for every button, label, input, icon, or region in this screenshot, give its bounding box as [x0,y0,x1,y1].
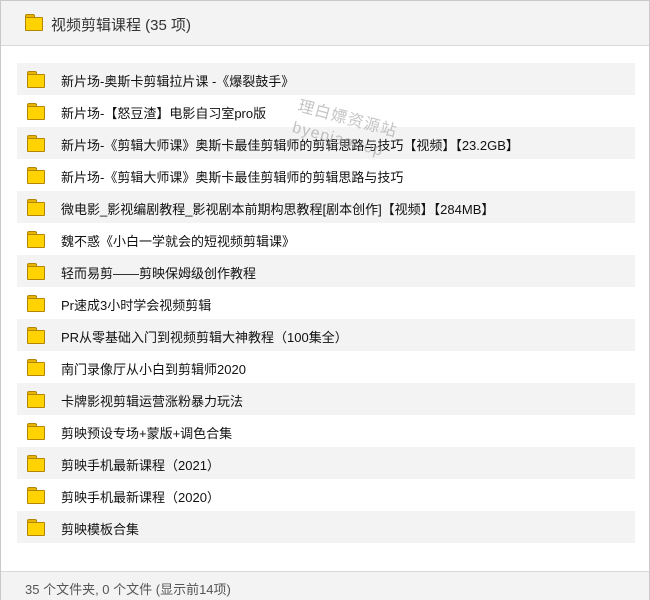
status-bar: 35 个文件夹, 0 个文件 (显示前14项) [1,571,649,600]
folder-header: 视频剪辑课程 (35 项) [1,1,649,46]
folder-name: 微电影_影视编剧教程_影视剧本前期构思教程[剧本创作]【视频】【284MB】 [61,202,495,217]
folder-icon [25,14,43,31]
folder-icon [27,359,45,376]
list-item[interactable]: 新片场-【怒豆渣】电影自习室pro版 [17,95,635,127]
folder-name: 新片场-奥斯卡剪辑拉片课 -《爆裂鼓手》 [61,74,295,89]
list-item[interactable]: 剪映手机最新课程（2021） [17,447,635,479]
list-item[interactable]: Pr速成3小时学会视频剪辑 [17,287,635,319]
list-item[interactable]: 魏不惑《小白一学就会的短视频剪辑课》 [17,223,635,255]
list-item[interactable]: 南门录像厅从小白到剪辑师2020 [17,351,635,383]
list-item[interactable]: 新片场-奥斯卡剪辑拉片课 -《爆裂鼓手》 [17,63,635,95]
folder-icon [27,295,45,312]
file-browser-window: 视频剪辑课程 (35 项) 新片场-奥斯卡剪辑拉片课 -《爆裂鼓手》 新片场-【怒… [0,0,650,600]
list-item[interactable]: 剪映预设专场+蒙版+调色合集 [17,415,635,447]
list-item[interactable]: PR从零基础入门到视频剪辑大神教程（100集全） [17,319,635,351]
folder-icon [27,455,45,472]
folder-name: PR从零基础入门到视频剪辑大神教程（100集全） [61,330,348,345]
list-item[interactable]: 卡牌影视剪辑运营涨粉暴力玩法 [17,383,635,415]
folder-name: 剪映手机最新课程（2021） [61,458,220,473]
folder-title: 视频剪辑课程 (35 项) [51,17,192,34]
list-item[interactable]: 微电影_影视编剧教程_影视剧本前期构思教程[剧本创作]【视频】【284MB】 [17,191,635,223]
folder-list: 新片场-奥斯卡剪辑拉片课 -《爆裂鼓手》 新片场-【怒豆渣】电影自习室pro版新片… [17,63,635,543]
folder-icon [27,71,45,88]
folder-name: 剪映模板合集 [61,522,140,537]
folder-name: 新片场-【怒豆渣】电影自习室pro版 [61,106,267,121]
folder-icon [27,487,45,504]
folder-icon [27,231,45,248]
folder-icon [27,327,45,344]
folder-icon [27,199,45,216]
folder-name: 剪映手机最新课程（2020） [61,490,220,505]
folder-name: 轻而易剪——剪映保姆级创作教程 [61,266,257,281]
folder-icon [27,391,45,408]
folder-name: 剪映预设专场+蒙版+调色合集 [61,426,233,441]
folder-name: 南门录像厅从小白到剪辑师2020 [61,362,246,377]
list-item[interactable]: 剪映手机最新课程（2020） [17,479,635,511]
folder-icon [27,423,45,440]
folder-name: 新片场-《剪辑大师课》奥斯卡最佳剪辑师的剪辑思路与技巧【视频】【23.2GB】 [61,138,519,153]
folder-icon [27,135,45,152]
folder-name: 魏不惑《小白一学就会的短视频剪辑课》 [61,234,296,249]
folder-name: 新片场-《剪辑大师课》奥斯卡最佳剪辑师的剪辑思路与技巧 [61,170,404,185]
status-text: 35 个文件夹, 0 个文件 (显示前14项) [25,582,231,597]
folder-icon [27,263,45,280]
list-item[interactable]: 剪映模板合集 [17,511,635,543]
folder-name: 卡牌影视剪辑运营涨粉暴力玩法 [61,394,244,409]
folder-name: Pr速成3小时学会视频剪辑 [61,298,212,313]
folder-icon [27,103,45,120]
folder-icon [27,167,45,184]
list-item[interactable]: 轻而易剪——剪映保姆级创作教程 [17,255,635,287]
folder-icon [27,519,45,536]
list-item[interactable]: 新片场-《剪辑大师课》奥斯卡最佳剪辑师的剪辑思路与技巧【视频】【23.2GB】 [17,127,635,159]
list-item[interactable]: 新片场-《剪辑大师课》奥斯卡最佳剪辑师的剪辑思路与技巧 [17,159,635,191]
